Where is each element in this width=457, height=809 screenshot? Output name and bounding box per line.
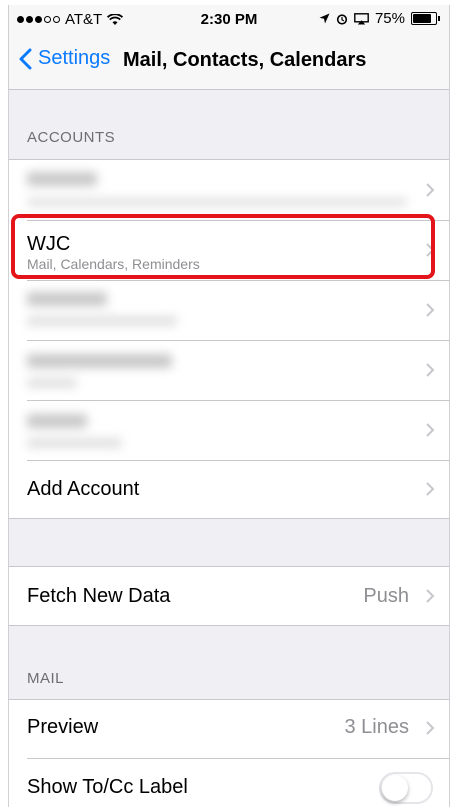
add-account-row[interactable]: Add Account	[9, 460, 449, 518]
fetch-new-data-value: Push	[363, 585, 409, 607]
battery-percent: 75%	[374, 10, 405, 27]
show-tocc-row: Show To/Cc Label	[9, 758, 449, 807]
mail-section-header: MAIL	[27, 670, 65, 687]
back-button[interactable]: Settings	[19, 47, 110, 70]
navigation-bar: Settings Mail, Contacts, Calendars	[9, 35, 449, 90]
status-bar: AT&T 2:30 PM 75%	[9, 5, 449, 35]
preview-row[interactable]: Preview 3 Lines	[9, 700, 449, 758]
add-account-label: Add Account	[27, 478, 140, 500]
chevron-right-icon	[426, 183, 435, 197]
account-row-blurred-1[interactable]	[9, 160, 449, 220]
fetch-new-data-label: Fetch New Data	[27, 585, 171, 607]
chevron-right-icon	[426, 721, 435, 735]
chevron-right-icon	[426, 589, 435, 603]
chevron-left-icon	[19, 48, 32, 69]
chevron-right-icon	[426, 423, 435, 437]
chevron-right-icon	[426, 482, 435, 496]
account-row-blurred-3[interactable]	[9, 340, 449, 400]
fetch-group: Fetch New Data Push	[9, 566, 449, 626]
account-row-blurred-4[interactable]	[9, 400, 449, 460]
show-tocc-toggle[interactable]	[379, 772, 433, 804]
back-label: Settings	[38, 47, 111, 69]
preview-label: Preview	[27, 716, 99, 738]
accounts-list: WJC Mail, Calendars, Reminders Add Accou…	[9, 159, 449, 519]
phone-screen: AT&T 2:30 PM 75% Settings Mail, Contacts…	[8, 5, 450, 807]
airplay-icon	[354, 12, 369, 24]
status-right: 75%	[319, 10, 440, 27]
chevron-right-icon	[426, 363, 435, 377]
accounts-section-header: ACCOUNTS	[27, 129, 116, 146]
account-row-blurred-2[interactable]	[9, 280, 449, 340]
location-arrow-icon	[319, 13, 330, 24]
fetch-new-data-row[interactable]: Fetch New Data Push	[9, 567, 449, 625]
chevron-right-icon	[426, 303, 435, 317]
alarm-icon	[336, 13, 348, 25]
mail-settings-list: Preview 3 Lines Show To/Cc Label	[9, 699, 449, 807]
preview-value: 3 Lines	[344, 716, 410, 738]
battery-icon	[411, 12, 440, 25]
toggle-knob	[382, 775, 408, 801]
highlight-annotation	[11, 214, 435, 279]
page-title: Mail, Contacts, Calendars	[123, 49, 367, 71]
show-tocc-label: Show To/Cc Label	[27, 776, 188, 798]
